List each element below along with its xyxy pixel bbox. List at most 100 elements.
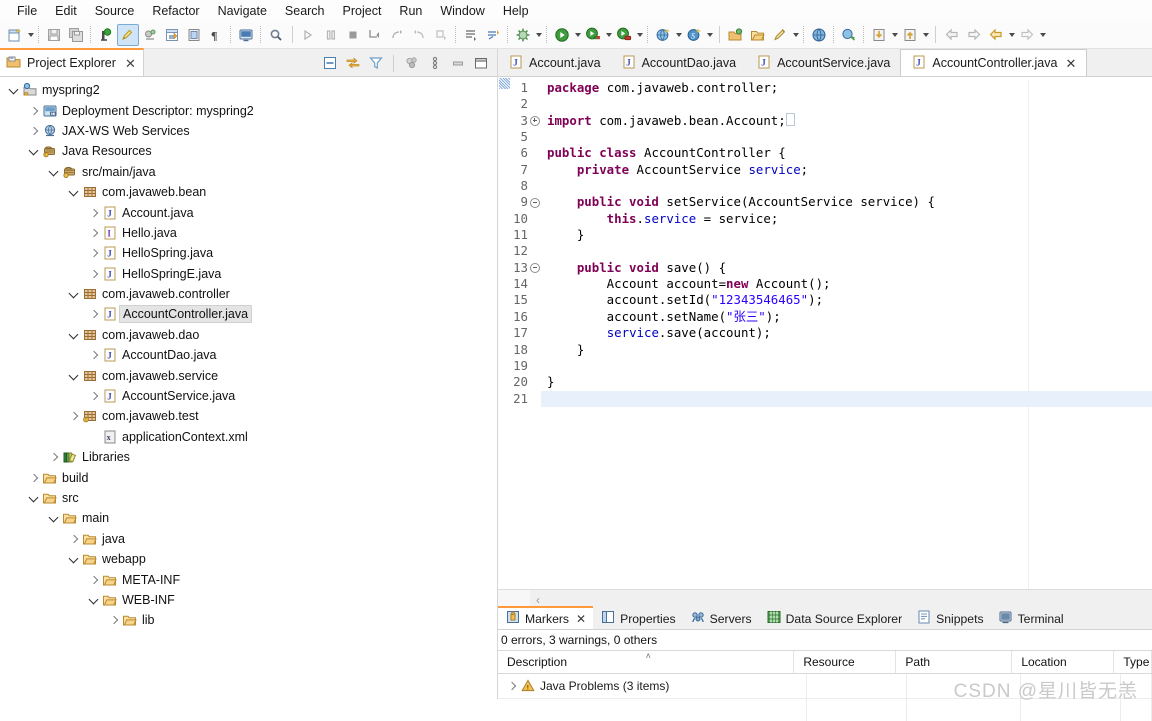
code-line[interactable]: 5 [498, 129, 1152, 145]
bottom-tab-terminal[interactable]: Terminal [991, 608, 1071, 629]
bottom-tab-servers[interactable]: Servers [683, 608, 759, 629]
step-into-icon[interactable] [364, 24, 386, 46]
close-icon[interactable]: ✕ [576, 612, 586, 626]
tree-item-com-javaweb-test[interactable]: ! com.javaweb.test [0, 406, 497, 426]
close-icon[interactable]: ✕ [1065, 57, 1076, 70]
code-line[interactable]: 10 this.service = service; [498, 211, 1152, 227]
chevron-down-icon[interactable] [791, 24, 800, 46]
chevron-down-icon[interactable] [604, 24, 613, 46]
step-back-icon[interactable] [408, 24, 430, 46]
menu-item-navigate[interactable]: Navigate [209, 2, 276, 20]
chevron-down-icon[interactable] [705, 24, 714, 46]
link-icon[interactable] [139, 24, 161, 46]
project-tree[interactable]: myspring2 4.0 Deployment Descriptor: myspr… [0, 77, 497, 631]
chevron-down-icon[interactable] [635, 24, 644, 46]
chevron-down-icon[interactable] [10, 86, 18, 94]
tree-item-accountcontroller-java[interactable]: J AccountController.java [0, 304, 497, 324]
tree-item-myspring2[interactable]: myspring2 [0, 80, 497, 100]
chevron-right-icon[interactable] [90, 229, 98, 237]
tree-item-com-javaweb-dao[interactable]: com.javaweb.dao [0, 325, 497, 345]
code-line[interactable]: 12 [498, 243, 1152, 259]
code-line[interactable]: 14 Account account=new Account(); [498, 276, 1152, 292]
column-header-resource[interactable]: Resource [794, 651, 897, 673]
chevron-down-icon[interactable] [26, 24, 35, 46]
skip-breakpoints-icon[interactable] [235, 24, 257, 46]
chevron-right-icon[interactable] [90, 576, 98, 584]
tree-item-meta-inf[interactable]: META-INF [0, 569, 497, 589]
marker-path-cell[interactable] [907, 674, 1022, 698]
profile-icon[interactable] [613, 24, 635, 46]
marker-description-cell[interactable]: ! Java Problems (3 items) [498, 674, 807, 698]
bottom-tab-markers[interactable]: Markers ✕ [498, 606, 594, 629]
chevron-right-icon[interactable] [90, 392, 98, 400]
fold-collapse-icon[interactable] [529, 260, 541, 276]
open-type-icon[interactable] [161, 24, 183, 46]
tree-item-src[interactable]: src [0, 488, 497, 508]
scroll-left-chevron-icon[interactable]: ‹ [530, 593, 540, 607]
validate-icon[interactable] [838, 24, 860, 46]
tree-item-webapp[interactable]: webapp [0, 549, 497, 569]
code-content[interactable]: 1 package com.javaweb.controller; 2 3 import… [498, 77, 1152, 407]
menu-item-run[interactable]: Run [390, 2, 431, 20]
menu-item-edit[interactable]: Edit [46, 2, 86, 20]
previous-annotation-icon[interactable] [482, 24, 504, 46]
external-tools-icon[interactable] [769, 24, 791, 46]
marker-type-cell[interactable] [1121, 674, 1152, 698]
tree-item-build[interactable]: build [0, 467, 497, 487]
chevron-right-icon[interactable] [90, 249, 98, 257]
chevron-right-icon[interactable] [50, 453, 58, 461]
maximize-icon[interactable] [470, 53, 491, 74]
code-line[interactable]: 3 import com.javaweb.bean.Account; [498, 112, 1152, 129]
previous-edit-icon[interactable] [985, 24, 1007, 46]
open-web-browser-icon[interactable] [808, 24, 830, 46]
column-header-location[interactable]: Location [1012, 651, 1115, 673]
view-menu-icon[interactable] [424, 53, 445, 74]
tree-item-java[interactable]: java [0, 529, 497, 549]
code-line[interactable]: 11 } [498, 227, 1152, 243]
chevron-right-icon[interactable] [90, 310, 98, 318]
tree-item-hello-java[interactable]: I Hello.java [0, 223, 497, 243]
code-line[interactable]: 19 [498, 358, 1152, 374]
marker-resource-cell[interactable] [807, 674, 907, 698]
editor-tab-accountservice[interactable]: J AccountService.java [746, 50, 901, 76]
chevron-down-icon[interactable] [70, 372, 78, 380]
code-line[interactable]: 8 [498, 178, 1152, 194]
bottom-tab-snippets[interactable]: Snippets [909, 608, 990, 629]
chevron-down-icon[interactable] [921, 24, 930, 46]
next-annotation-icon[interactable] [460, 24, 482, 46]
chevron-down-icon[interactable] [70, 331, 78, 339]
chevron-right-icon[interactable] [70, 412, 78, 420]
tree-item-accountdao-java[interactable]: J AccountDao.java [0, 345, 497, 365]
terminate-icon[interactable] [342, 24, 364, 46]
chevron-down-icon[interactable] [70, 555, 78, 563]
menu-item-file[interactable]: File [8, 2, 46, 20]
tree-item-applicationcontext-xml[interactable]: x applicationContext.xml [0, 427, 497, 447]
fold-collapse-icon[interactable] [529, 194, 541, 210]
chevron-down-icon[interactable] [1007, 24, 1016, 46]
code-line[interactable]: 16 account.setName("张三"); [498, 309, 1152, 325]
tree-item-lib[interactable]: lib [0, 610, 497, 630]
new-spring-icon[interactable]: S [683, 24, 705, 46]
new-java-package-icon[interactable] [95, 24, 117, 46]
tree-item-account-java[interactable]: J Account.java [0, 202, 497, 222]
drop-to-frame-icon[interactable] [430, 24, 452, 46]
menu-item-refactor[interactable]: Refactor [143, 2, 208, 20]
minimize-icon[interactable] [447, 53, 468, 74]
code-line[interactable]: 18 } [498, 342, 1152, 358]
column-header-type[interactable]: Type [1114, 651, 1152, 673]
chevron-down-icon[interactable] [573, 24, 582, 46]
save-all-icon[interactable] [65, 24, 87, 46]
code-line[interactable]: 2 [498, 96, 1152, 112]
import-icon[interactable] [868, 24, 890, 46]
focus-on-active-task-icon[interactable] [401, 53, 422, 74]
chevron-down-icon[interactable] [30, 494, 38, 502]
chevron-down-icon[interactable] [50, 168, 58, 176]
chevron-right-icon[interactable] [90, 351, 98, 359]
menu-item-window[interactable]: Window [431, 2, 493, 20]
new-wizard-icon[interactable] [4, 24, 26, 46]
code-line[interactable]: 7 private AccountService service; [498, 162, 1152, 178]
menu-item-project[interactable]: Project [334, 2, 391, 20]
tree-item-jax-ws-web-services[interactable]: JAX-WS Web Services [0, 121, 497, 141]
fold-expand-icon[interactable] [529, 113, 541, 129]
chevron-down-icon[interactable] [30, 147, 38, 155]
